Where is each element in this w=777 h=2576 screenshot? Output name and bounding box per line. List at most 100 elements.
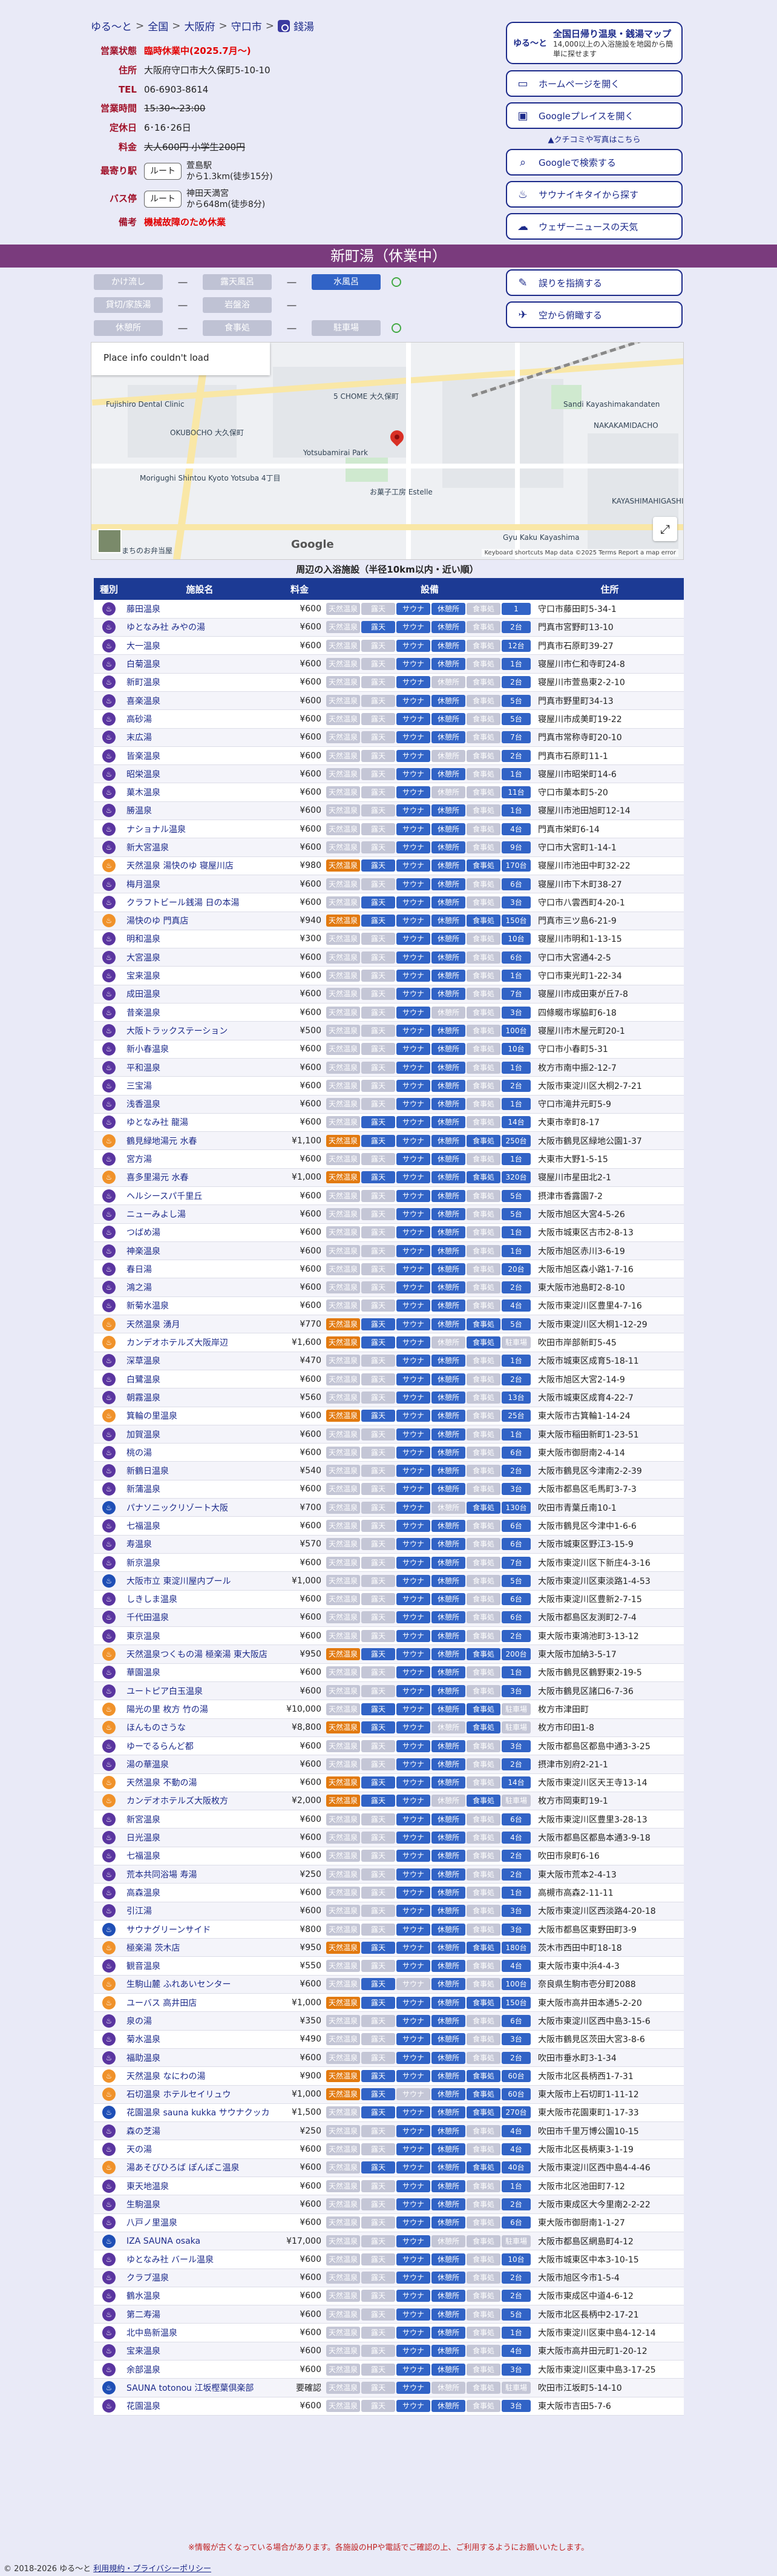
facility-link[interactable]: 千代田温泉	[126, 1613, 169, 1623]
facility-link[interactable]: 神楽温泉	[126, 1247, 160, 1257]
facility-link[interactable]: 花園温泉	[126, 2402, 160, 2411]
open-homepage-button[interactable]: ▭ ホームページを開く	[506, 70, 683, 97]
facility-link[interactable]: ゆとなみ社 龍湯	[126, 1118, 188, 1128]
facility-link[interactable]: ナショナル温泉	[126, 825, 186, 835]
facility-link[interactable]: サウナグリーンサイド	[126, 1925, 211, 1935]
facility-link[interactable]: 生駒温泉	[126, 2200, 160, 2210]
facility-link[interactable]: カンデオホテルズ大阪岸辺	[126, 1338, 228, 1348]
report-error-button[interactable]: ✎ 誤りを指摘する	[506, 269, 683, 296]
facility-link[interactable]: 深草温泉	[126, 1356, 160, 1366]
facility-link[interactable]: 寿温泉	[126, 1540, 152, 1549]
facility-link[interactable]: 加賀温泉	[126, 1430, 160, 1440]
facility-link[interactable]: 三宝湯	[126, 1082, 152, 1091]
facility-link[interactable]: ゆーでるらんど都	[126, 1742, 194, 1752]
facility-link[interactable]: 天の湯	[126, 2145, 152, 2155]
facility-link[interactable]: 七福温泉	[126, 1852, 160, 1861]
facility-link[interactable]: 朝霧温泉	[126, 1393, 160, 1403]
facility-link[interactable]: 梅月温泉	[126, 880, 160, 890]
station-route-button[interactable]: ルート	[144, 162, 182, 180]
facility-link[interactable]: 菓木温泉	[126, 788, 160, 798]
breadcrumb-prefecture[interactable]: 大阪府	[185, 18, 215, 33]
facility-link[interactable]: 新小春温泉	[126, 1045, 169, 1054]
facility-link[interactable]: 新大宮温泉	[126, 843, 169, 853]
sauna-ikitai-button[interactable]: ♨ サウナイキタイから探す	[506, 181, 683, 208]
facility-link[interactable]: ニューみよし湯	[126, 1210, 186, 1220]
facility-link[interactable]: 鴻之湯	[126, 1283, 152, 1293]
facility-link[interactable]: 湯の華温泉	[126, 1760, 169, 1770]
facility-link[interactable]: 天然温泉 不動の湯	[126, 1778, 197, 1788]
facility-link[interactable]: 皆楽温泉	[126, 752, 160, 761]
facility-link[interactable]: 大一温泉	[126, 642, 160, 651]
facility-link[interactable]: クラブ温泉	[126, 2273, 169, 2283]
facility-link[interactable]: 荒本共同浴場 寿湯	[126, 1870, 197, 1880]
facility-link[interactable]: 大阪トラックステーション	[126, 1027, 228, 1036]
tel-link[interactable]: 06-6903-8614	[144, 84, 208, 95]
facility-link[interactable]: 華園温泉	[126, 1668, 160, 1678]
facility-link[interactable]: 桃の湯	[126, 1448, 152, 1458]
facility-link[interactable]: 新鶴日温泉	[126, 1467, 169, 1476]
facility-link[interactable]: 新菊水温泉	[126, 1301, 169, 1311]
facility-link[interactable]: 平和温泉	[126, 1063, 160, 1073]
facility-link[interactable]: 天然温泉つくもの湯 極楽湯 東大阪店	[126, 1650, 267, 1660]
facility-link[interactable]: 末広湯	[126, 733, 152, 743]
facility-link[interactable]: 七福温泉	[126, 1522, 160, 1531]
breadcrumb-country[interactable]: 全国	[148, 18, 168, 33]
facility-link[interactable]: 泉の湯	[126, 2017, 152, 2026]
facility-link[interactable]: SAUNA totonou 江坂樫葉倶楽部	[126, 2384, 254, 2393]
open-google-place-button[interactable]: ▣ Googleプレイスを開く	[506, 102, 683, 129]
facility-link[interactable]: 高砂湯	[126, 715, 152, 724]
fullscreen-icon[interactable]: ⤢	[653, 517, 677, 541]
facility-link[interactable]: 余部温泉	[126, 2365, 160, 2375]
facility-link[interactable]: つばめ湯	[126, 1228, 160, 1238]
facility-link[interactable]: ゆとなみ社 バール温泉	[126, 2255, 214, 2265]
facility-link[interactable]: 喜多里湯元 水春	[126, 1173, 188, 1183]
facility-link[interactable]: 天然温泉 なにわの湯	[126, 2072, 205, 2082]
facility-link[interactable]: 新蒲温泉	[126, 1485, 160, 1494]
facility-link[interactable]: 明和温泉	[126, 935, 160, 944]
facility-link[interactable]: 菊水温泉	[126, 2035, 160, 2045]
facility-link[interactable]: 花園温泉 sauna kukka サウナクッカ	[126, 2108, 270, 2118]
facility-link[interactable]: ユートピア白玉温泉	[126, 1687, 203, 1697]
site-banner[interactable]: ゆる〜と 全国日帰り温泉・銭湯マップ 14,000以上の入浴施設を地図から簡単に…	[506, 22, 683, 64]
facility-link[interactable]: 箕輪の里温泉	[126, 1411, 177, 1421]
facility-link[interactable]: 森の芝湯	[126, 2127, 160, 2137]
facility-link[interactable]: 藤田温泉	[126, 605, 160, 614]
facility-link[interactable]: ユーバス 高井田店	[126, 1999, 197, 2008]
facility-link[interactable]: 大阪市立 東淀川屋内プール	[126, 1577, 231, 1586]
google-search-button[interactable]: ⌕ Googleで検索する	[506, 149, 683, 176]
facility-link[interactable]: 生駒山麓 ふれあいセンター	[126, 1980, 231, 1990]
facility-link[interactable]: 第二寿湯	[126, 2310, 160, 2320]
facility-link[interactable]: 東京温泉	[126, 1632, 160, 1641]
facility-link[interactable]: 北中島新温泉	[126, 2328, 177, 2338]
facility-link[interactable]: 宝来温泉	[126, 2347, 160, 2356]
facility-link[interactable]: 湯あそびひろば ぽんぽこ温泉	[126, 2163, 239, 2173]
bus-route-button[interactable]: ルート	[144, 190, 182, 208]
facility-link[interactable]: 引江湯	[126, 1907, 152, 1916]
facility-link[interactable]: 喜楽温泉	[126, 697, 160, 706]
facility-link[interactable]: カンデオホテルズ大阪枚方	[126, 1796, 228, 1806]
facility-link[interactable]: しきしま温泉	[126, 1595, 177, 1605]
facility-link[interactable]: 宮方湯	[126, 1155, 152, 1165]
facility-link[interactable]: 昔楽温泉	[126, 1008, 160, 1018]
facility-link[interactable]: 鶴見緑地湯元 水春	[126, 1137, 197, 1146]
facility-link[interactable]: クラフトビール銭湯 日の本湯	[126, 898, 239, 908]
breadcrumb-city[interactable]: 守口市	[231, 18, 262, 33]
facility-link[interactable]: 春日湯	[126, 1265, 152, 1275]
facility-link[interactable]: 日光温泉	[126, 1833, 160, 1843]
facility-link[interactable]: ヘルシースパ千里丘	[126, 1192, 202, 1201]
facility-link[interactable]: 石切温泉 ホテルセイリュウ	[126, 2090, 231, 2100]
facility-link[interactable]: ほんものさうな	[126, 1723, 186, 1733]
review-link[interactable]: クチコミや写真はこちら	[554, 136, 640, 145]
facility-link[interactable]: 新京温泉	[126, 1559, 160, 1568]
weather-button[interactable]: ☁ ウェザーニュースの天気	[506, 213, 683, 240]
facility-link[interactable]: 東天地温泉	[126, 2182, 169, 2192]
facility-link[interactable]: 新宮温泉	[126, 1815, 160, 1825]
map-attribution[interactable]: Keyboard shortcuts Map data ©2025 Terms …	[482, 549, 678, 557]
facility-link[interactable]: 新町温泉	[126, 678, 160, 688]
terms-link[interactable]: 利用規約・プライバシーポリシー	[93, 2564, 211, 2574]
facility-link[interactable]: 高森温泉	[126, 1888, 160, 1898]
facility-link[interactable]: 大宮温泉	[126, 953, 160, 963]
facility-link[interactable]: 白鷺温泉	[126, 1375, 160, 1385]
facility-link[interactable]: パナソニックリゾート大阪	[126, 1503, 228, 1513]
facility-link[interactable]: 観音温泉	[126, 1962, 160, 1971]
